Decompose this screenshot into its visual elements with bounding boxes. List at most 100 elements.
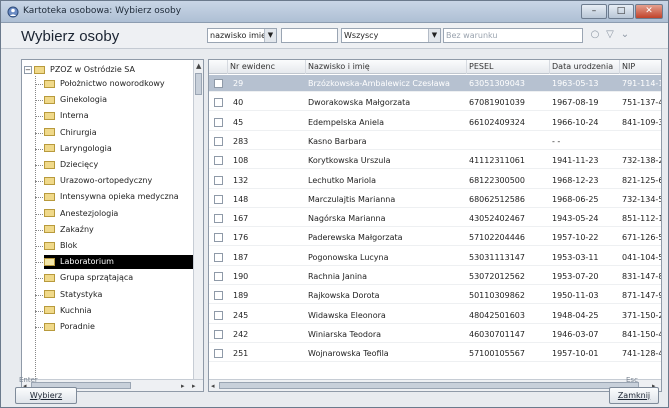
column-header-check[interactable]	[209, 60, 228, 74]
row-checkbox[interactable]	[214, 252, 223, 262]
column-header-pesel[interactable]: PESEL	[467, 60, 550, 74]
table-row[interactable]: 242 Winiarska Teodora 46030701147 1946-03-0…	[209, 326, 661, 343]
column-header-dob[interactable]: Data urodzenia	[550, 60, 620, 74]
search-icon[interactable]: ○	[589, 29, 601, 41]
tree-connector	[35, 229, 43, 231]
tree-connector	[35, 100, 43, 102]
search-by-select[interactable]: nazwisko imię ▼	[207, 28, 277, 43]
tree-item-label: Ginekologia	[60, 95, 107, 105]
tree-connector	[35, 84, 43, 85]
table-row[interactable]: 189 Rajkowska Dorota 50110309862 1950-11-03…	[209, 287, 661, 305]
cell-nip: 732-134-51	[622, 194, 661, 204]
tree-item[interactable]: Kuchnia	[35, 304, 196, 318]
cell-nip: 671-126-51	[622, 233, 661, 243]
tree-item[interactable]: Zakaźny	[35, 223, 196, 237]
tree-item[interactable]: Blok	[35, 239, 196, 253]
table-horizontal-scrollbar[interactable]: ◂ ▸	[209, 379, 661, 391]
collapse-icon[interactable]: −	[24, 65, 32, 74]
tree-item[interactable]: Laryngologia	[35, 142, 196, 156]
row-checkbox[interactable]	[214, 291, 223, 301]
row-checkbox[interactable]	[214, 136, 223, 146]
row-checkbox[interactable]	[214, 98, 223, 108]
scroll-thumb[interactable]	[219, 382, 639, 389]
table-row[interactable]: 251 Wojnarowska Teofila 57100105567 1957-10…	[209, 345, 661, 363]
dialog-window: Kartoteka osobowa: Wybierz osoby – □ ✕ W…	[0, 0, 669, 408]
tree-item[interactable]: Intensywna opieka medyczna	[35, 190, 196, 204]
tree-item[interactable]: Laboratorium	[35, 255, 196, 270]
persons-table[interactable]: Nr ewidenc Nazwisko i imię PESEL Data ur…	[208, 59, 662, 392]
row-checkbox[interactable]	[214, 310, 223, 320]
close-window-button[interactable]: ✕	[635, 4, 663, 19]
tree-item[interactable]: Dziecięcy	[35, 158, 196, 172]
row-checkbox[interactable]	[214, 214, 223, 224]
column-header-name[interactable]: Nazwisko i imię	[306, 60, 467, 74]
table-row[interactable]: 167 Nagórska Marianna 43052402467 1943-05-2…	[209, 210, 661, 228]
minimize-button[interactable]: –	[581, 4, 607, 19]
row-checkbox[interactable]	[214, 156, 223, 166]
filter-input[interactable]: Bez warunku	[443, 28, 583, 43]
cell-pesel: 66102409324	[469, 117, 525, 127]
table-row[interactable]: 245 Widawska Eleonora 48042501603 1948-04-2…	[209, 307, 661, 324]
row-checkbox[interactable]	[214, 349, 223, 359]
chevron-down-icon[interactable]: ▼	[428, 29, 440, 42]
table-row[interactable]: 45 Edempelska Aniela 66102409324 1966-10-24…	[209, 114, 661, 131]
column-header-nip[interactable]: NIP	[620, 60, 661, 74]
title-bar[interactable]: Kartoteka osobowa: Wybierz osoby – □ ✕	[1, 1, 668, 23]
tree-item[interactable]: Chirurgia	[35, 126, 196, 140]
scroll-up-icon[interactable]: ▲	[196, 61, 201, 71]
table-row[interactable]: 29 Brzózkowska-Ambalewicz Czesława 6305130…	[209, 75, 661, 92]
search-input[interactable]	[281, 28, 338, 43]
tree-connector	[35, 278, 43, 280]
tree-connector	[35, 262, 43, 264]
chevron-down-icon[interactable]: ⌄	[619, 29, 631, 41]
tree-item[interactable]: Poradnie	[35, 320, 196, 334]
table-row[interactable]: 148 Marczulajtis Marianna 68062512586 1968-…	[209, 191, 661, 208]
tree-item[interactable]: Urazowo-ortopedyczny	[35, 174, 196, 188]
cell-dob: 1941-11-23	[552, 156, 599, 166]
row-checkbox[interactable]	[214, 117, 223, 127]
chevron-down-icon[interactable]: ▼	[264, 29, 276, 42]
tree-connector	[35, 132, 43, 134]
table-row[interactable]: 176 Paderewska Małgorzata 57102204446 1957-…	[209, 229, 661, 247]
tree-root[interactable]: − PZOZ w Ostródzie SA	[24, 63, 135, 76]
cell-nip: 041-104-55	[622, 252, 661, 262]
tree-vertical-scrollbar[interactable]: ▲	[193, 60, 203, 379]
scope-select[interactable]: Wszyscy ▼	[341, 28, 441, 43]
table-row[interactable]: 283 Kasno Barbara - -	[209, 133, 661, 150]
row-checkbox[interactable]	[214, 194, 223, 204]
scroll-right-end-icon[interactable]: ▸	[192, 381, 196, 391]
table-row[interactable]: 190 Rachnia Janina 53072012562 1953-07-20 83…	[209, 268, 661, 285]
cell-nr: 242	[233, 329, 249, 339]
filter-icon[interactable]: ▽	[604, 29, 616, 41]
tree-item[interactable]: Anestezjologia	[35, 207, 196, 221]
tree-item-label: Zakaźny	[60, 224, 94, 234]
department-tree[interactable]: − PZOZ w Ostródzie SA Położnictwo noworod…	[21, 59, 204, 392]
row-checkbox[interactable]	[214, 329, 223, 339]
row-checkbox[interactable]	[214, 272, 223, 281]
table-row[interactable]: 132 Lechutko Mariola 68122300500 1968-12-23…	[209, 172, 661, 189]
scroll-left-icon[interactable]: ◂	[211, 381, 215, 391]
close-button[interactable]: Zamknij	[609, 387, 659, 404]
table-row[interactable]: 108 Korytkowska Urszula 41112311061 1941-11…	[209, 152, 661, 170]
row-checkbox[interactable]	[214, 233, 223, 243]
tree-item[interactable]: Grupa sprzątająca	[35, 271, 196, 285]
row-checkbox[interactable]	[214, 175, 223, 185]
table-row[interactable]: 40 Dworakowska Małgorzata 67081901039 1967-…	[209, 94, 661, 112]
cell-dob: 1953-03-11	[552, 252, 599, 262]
table-row[interactable]: 187 Pogonowska Lucyna 53031113147 1953-03-1…	[209, 249, 661, 266]
cell-dob: 1948-04-25	[552, 310, 599, 320]
tree-item-label: Kuchnia	[60, 305, 92, 315]
tree-item[interactable]: Ginekologia	[35, 93, 196, 107]
cell-pesel	[469, 133, 549, 150]
scroll-right-icon[interactable]: ▸	[181, 381, 185, 391]
cell-name: Winiarska Teodora	[308, 329, 382, 339]
maximize-button[interactable]: □	[608, 4, 634, 19]
select-button[interactable]: Wybierz	[15, 387, 77, 404]
scroll-thumb[interactable]	[195, 73, 202, 95]
cell-dob: 1957-10-22	[552, 233, 599, 243]
tree-item[interactable]: Interna	[35, 109, 196, 123]
tree-item[interactable]: Położnictwo noworodkowy	[35, 77, 196, 91]
column-header-nr[interactable]: Nr ewidenc	[228, 60, 306, 74]
row-checkbox[interactable]	[214, 79, 223, 88]
tree-item[interactable]: Statystyka	[35, 288, 196, 302]
